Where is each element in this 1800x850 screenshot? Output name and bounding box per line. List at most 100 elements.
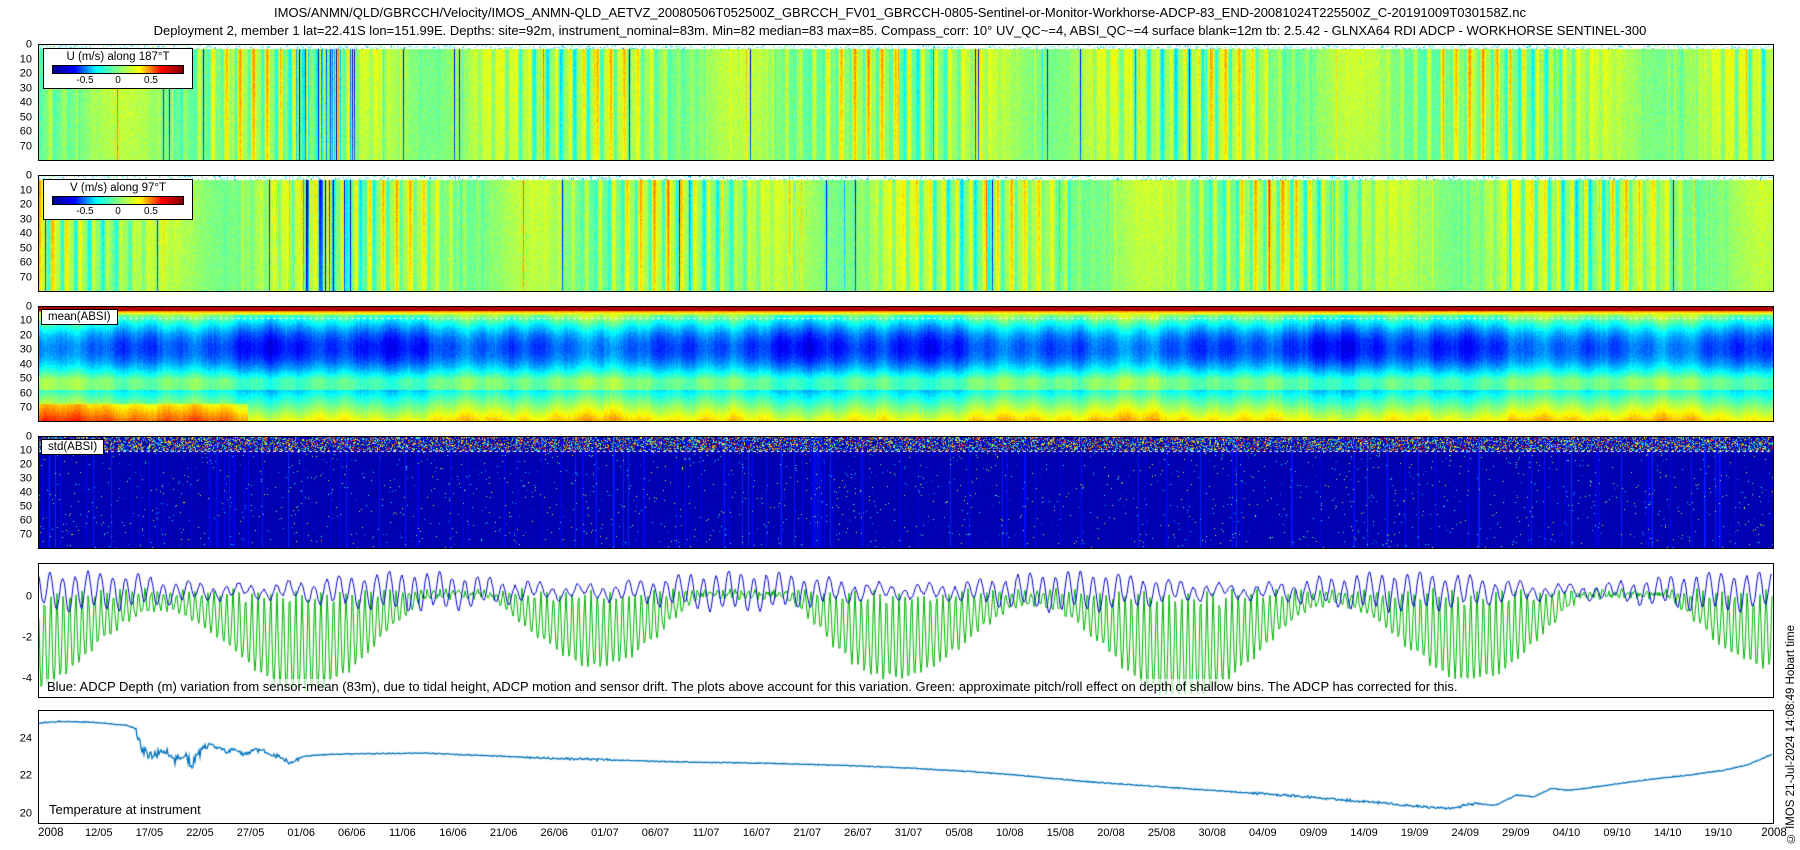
y-tick-label: 0: [26, 171, 32, 182]
x-tick-label: 04/10: [1553, 827, 1581, 839]
y-tick-label: 70: [20, 530, 32, 541]
u-colorbar-gradient: [52, 65, 184, 74]
x-tick-label: 10/08: [996, 827, 1024, 839]
colorbar-tick: 0.5: [144, 75, 158, 86]
x-axis: 200812/0517/0522/0527/0501/0606/0611/061…: [38, 827, 1774, 843]
depth-variation-caption: Blue: ADCP Depth (m) variation from sens…: [45, 679, 1460, 694]
y-tick-label: 20: [20, 200, 32, 211]
temperature-y-axis: 242220: [1, 711, 35, 823]
y-tick-label: 50: [20, 243, 32, 254]
colorbar-tick: 0.5: [144, 206, 158, 217]
x-tick-label: 31/07: [895, 827, 923, 839]
y-tick-label: 24: [20, 734, 32, 745]
x-tick-label: 01/07: [591, 827, 619, 839]
y-tick-label: 60: [20, 516, 32, 527]
y-tick-label: 10: [20, 316, 32, 327]
panel-v-velocity: 010203040506070 V (m/s) along 97°T -0.5 …: [38, 175, 1774, 292]
x-tick-label: 11/07: [693, 827, 720, 839]
y-tick-label: 50: [20, 374, 32, 385]
temperature-label: Temperature at instrument: [47, 802, 203, 817]
v-y-axis: 010203040506070: [1, 176, 35, 291]
y-tick-label: 50: [20, 502, 32, 513]
y-tick-label: 60: [20, 258, 32, 269]
y-tick-label: 30: [20, 214, 32, 225]
colorbar-tick: -0.5: [76, 206, 93, 217]
v-legend-title: V (m/s) along 97°T: [52, 182, 184, 194]
y-tick-label: 10: [20, 446, 32, 457]
y-tick-label: 20: [20, 330, 32, 341]
x-tick-label: 29/09: [1502, 827, 1530, 839]
y-tick-label: 30: [20, 83, 32, 94]
temperature-plot: [39, 711, 1773, 823]
panel-std-absi: 010203040506070 std(ABSI): [38, 436, 1774, 549]
adcp-figure: IMOS/ANMN/QLD/GBRCCH/Velocity/IMOS_ANMN-…: [0, 0, 1800, 850]
x-tick-label: 14/09: [1350, 827, 1378, 839]
y-tick-label: -4: [22, 673, 32, 684]
std-absi-y-axis: 010203040506070: [1, 437, 35, 548]
panel-u-velocity: 010203040506070 U (m/s) along 187°T -0.5…: [38, 44, 1774, 161]
v-colorbar-legend: V (m/s) along 97°T -0.5 0 0.5: [43, 179, 193, 220]
mean-absi-heatmap: [39, 307, 1773, 421]
x-tick-label: 26/07: [844, 827, 872, 839]
mean-absi-label: mean(ABSI): [41, 309, 118, 325]
x-tick-label: 25/08: [1148, 827, 1176, 839]
y-tick-label: 70: [20, 272, 32, 283]
y-tick-label: 22: [20, 771, 32, 782]
x-tick-label: 24/09: [1451, 827, 1479, 839]
depth-variation-y-axis: 0-2-4: [1, 564, 35, 697]
x-axis-year-end: 2008: [1761, 827, 1787, 839]
mean-absi-y-axis: 010203040506070: [1, 307, 35, 421]
x-tick-label: 21/07: [794, 827, 822, 839]
y-tick-label: 30: [20, 474, 32, 485]
y-tick-label: 0: [26, 40, 32, 51]
x-tick-label: 19/09: [1401, 827, 1429, 839]
x-tick-label: 16/07: [743, 827, 771, 839]
colorbar-tick: -0.5: [76, 75, 93, 86]
u-legend-title: U (m/s) along 187°T: [52, 51, 184, 63]
y-tick-label: 30: [20, 345, 32, 356]
y-tick-label: 10: [20, 54, 32, 65]
y-tick-label: 40: [20, 229, 32, 240]
std-absi-label: std(ABSI): [41, 439, 104, 455]
y-tick-label: 20: [20, 460, 32, 471]
copyright-watermark: © IMOS 21-Jul-2024 14:08:49 Hobart time: [1785, 625, 1797, 844]
y-tick-label: 70: [20, 403, 32, 414]
y-tick-label: -2: [22, 632, 32, 643]
y-tick-label: 70: [20, 141, 32, 152]
x-tick-label: 05/08: [945, 827, 973, 839]
x-tick-label: 20/08: [1097, 827, 1125, 839]
u-velocity-heatmap: [39, 45, 1773, 160]
y-tick-label: 60: [20, 388, 32, 399]
panel-depth-variation: 0-2-4 Blue: ADCP Depth (m) variation fro…: [38, 563, 1774, 698]
colorbar-tick: 0: [115, 206, 121, 217]
u-y-axis: 010203040506070: [1, 45, 35, 160]
x-tick-label: 12/05: [85, 827, 113, 839]
y-tick-label: 50: [20, 112, 32, 123]
x-tick-label: 01/06: [287, 827, 315, 839]
y-tick-label: 20: [20, 69, 32, 80]
panel-mean-absi: 010203040506070 mean(ABSI): [38, 306, 1774, 422]
depth-variation-plot: [39, 564, 1773, 697]
x-tick-label: 15/08: [1047, 827, 1075, 839]
x-tick-label: 22/05: [186, 827, 214, 839]
x-tick-label: 06/07: [642, 827, 670, 839]
y-tick-label: 0: [26, 302, 32, 313]
colorbar-tick: 0: [115, 75, 121, 86]
x-tick-label: 04/09: [1249, 827, 1277, 839]
v-velocity-heatmap: [39, 176, 1773, 291]
x-tick-label: 26/06: [540, 827, 568, 839]
x-tick-label: 11/06: [389, 827, 416, 839]
x-tick-label: 09/09: [1300, 827, 1328, 839]
x-tick-label: 09/10: [1603, 827, 1631, 839]
x-tick-label: 16/06: [439, 827, 467, 839]
x-tick-label: 21/06: [490, 827, 518, 839]
u-colorbar-legend: U (m/s) along 187°T -0.5 0 0.5: [43, 48, 193, 89]
v-colorbar-tick-labels: -0.5 0 0.5: [52, 206, 184, 217]
v-colorbar-gradient: [52, 196, 184, 205]
x-axis-year-start: 2008: [38, 827, 64, 839]
y-tick-label: 10: [20, 185, 32, 196]
y-tick-label: 40: [20, 359, 32, 370]
x-tick-label: 14/10: [1654, 827, 1682, 839]
std-absi-heatmap: [39, 437, 1773, 548]
y-tick-label: 0: [26, 432, 32, 443]
